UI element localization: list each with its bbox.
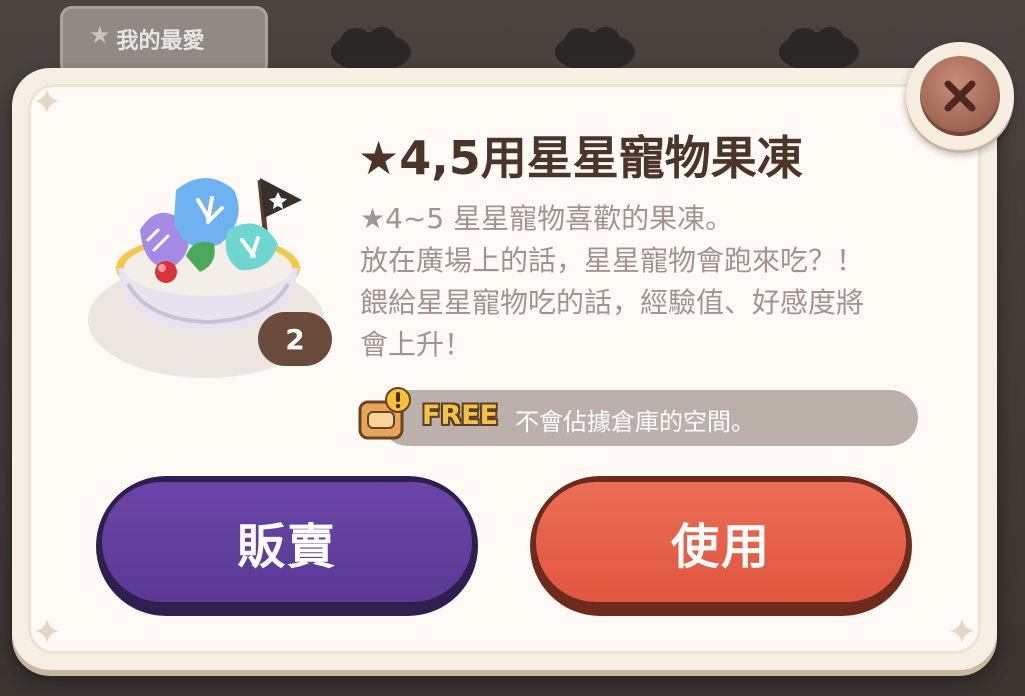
- tab-favorites[interactable]: ★ 我的最愛: [60, 6, 268, 76]
- item-description-line: ★4~5 星星寵物喜歡的果凍。: [360, 202, 734, 235]
- star-icon: ★: [89, 21, 111, 49]
- use-button-label: 使用: [670, 519, 771, 575]
- item-description: ★4~5 星星寵物喜歡的果凍。 放在廣場上的話，星星寵物會跑來吃？！ 餵給星星寵…: [360, 198, 900, 366]
- free-storage-note: 不會佔據倉庫的空間。: [515, 408, 755, 436]
- item-title: ★4,5用星星寵物果凍: [358, 131, 803, 185]
- sell-button-label: 販賣: [236, 519, 337, 575]
- sell-button[interactable]: 販賣: [96, 476, 478, 616]
- item-count-badge: 2: [258, 312, 332, 366]
- corner-ornament-icon: [35, 89, 59, 113]
- tab-favorites-label: 我的最愛: [116, 29, 205, 54]
- free-badge: FREE: [422, 400, 499, 431]
- background-item-silhouette: [331, 27, 411, 72]
- storage-notice-icon: [358, 387, 411, 440]
- item-description-line: 會上升！: [360, 328, 473, 361]
- background-item-silhouette: [779, 27, 859, 72]
- background-item-silhouette: [555, 27, 635, 72]
- corner-ornament-icon: [35, 619, 59, 643]
- item-description-line: 餵給星星寵物吃的話，經驗值、好感度將: [360, 286, 865, 319]
- item-description-line: 放在廣場上的話，星星寵物會跑來吃？！: [360, 244, 865, 277]
- corner-ornament-icon: [950, 619, 974, 643]
- close-button[interactable]: [906, 42, 1014, 150]
- close-icon: [920, 56, 1000, 136]
- use-button[interactable]: 使用: [530, 476, 912, 616]
